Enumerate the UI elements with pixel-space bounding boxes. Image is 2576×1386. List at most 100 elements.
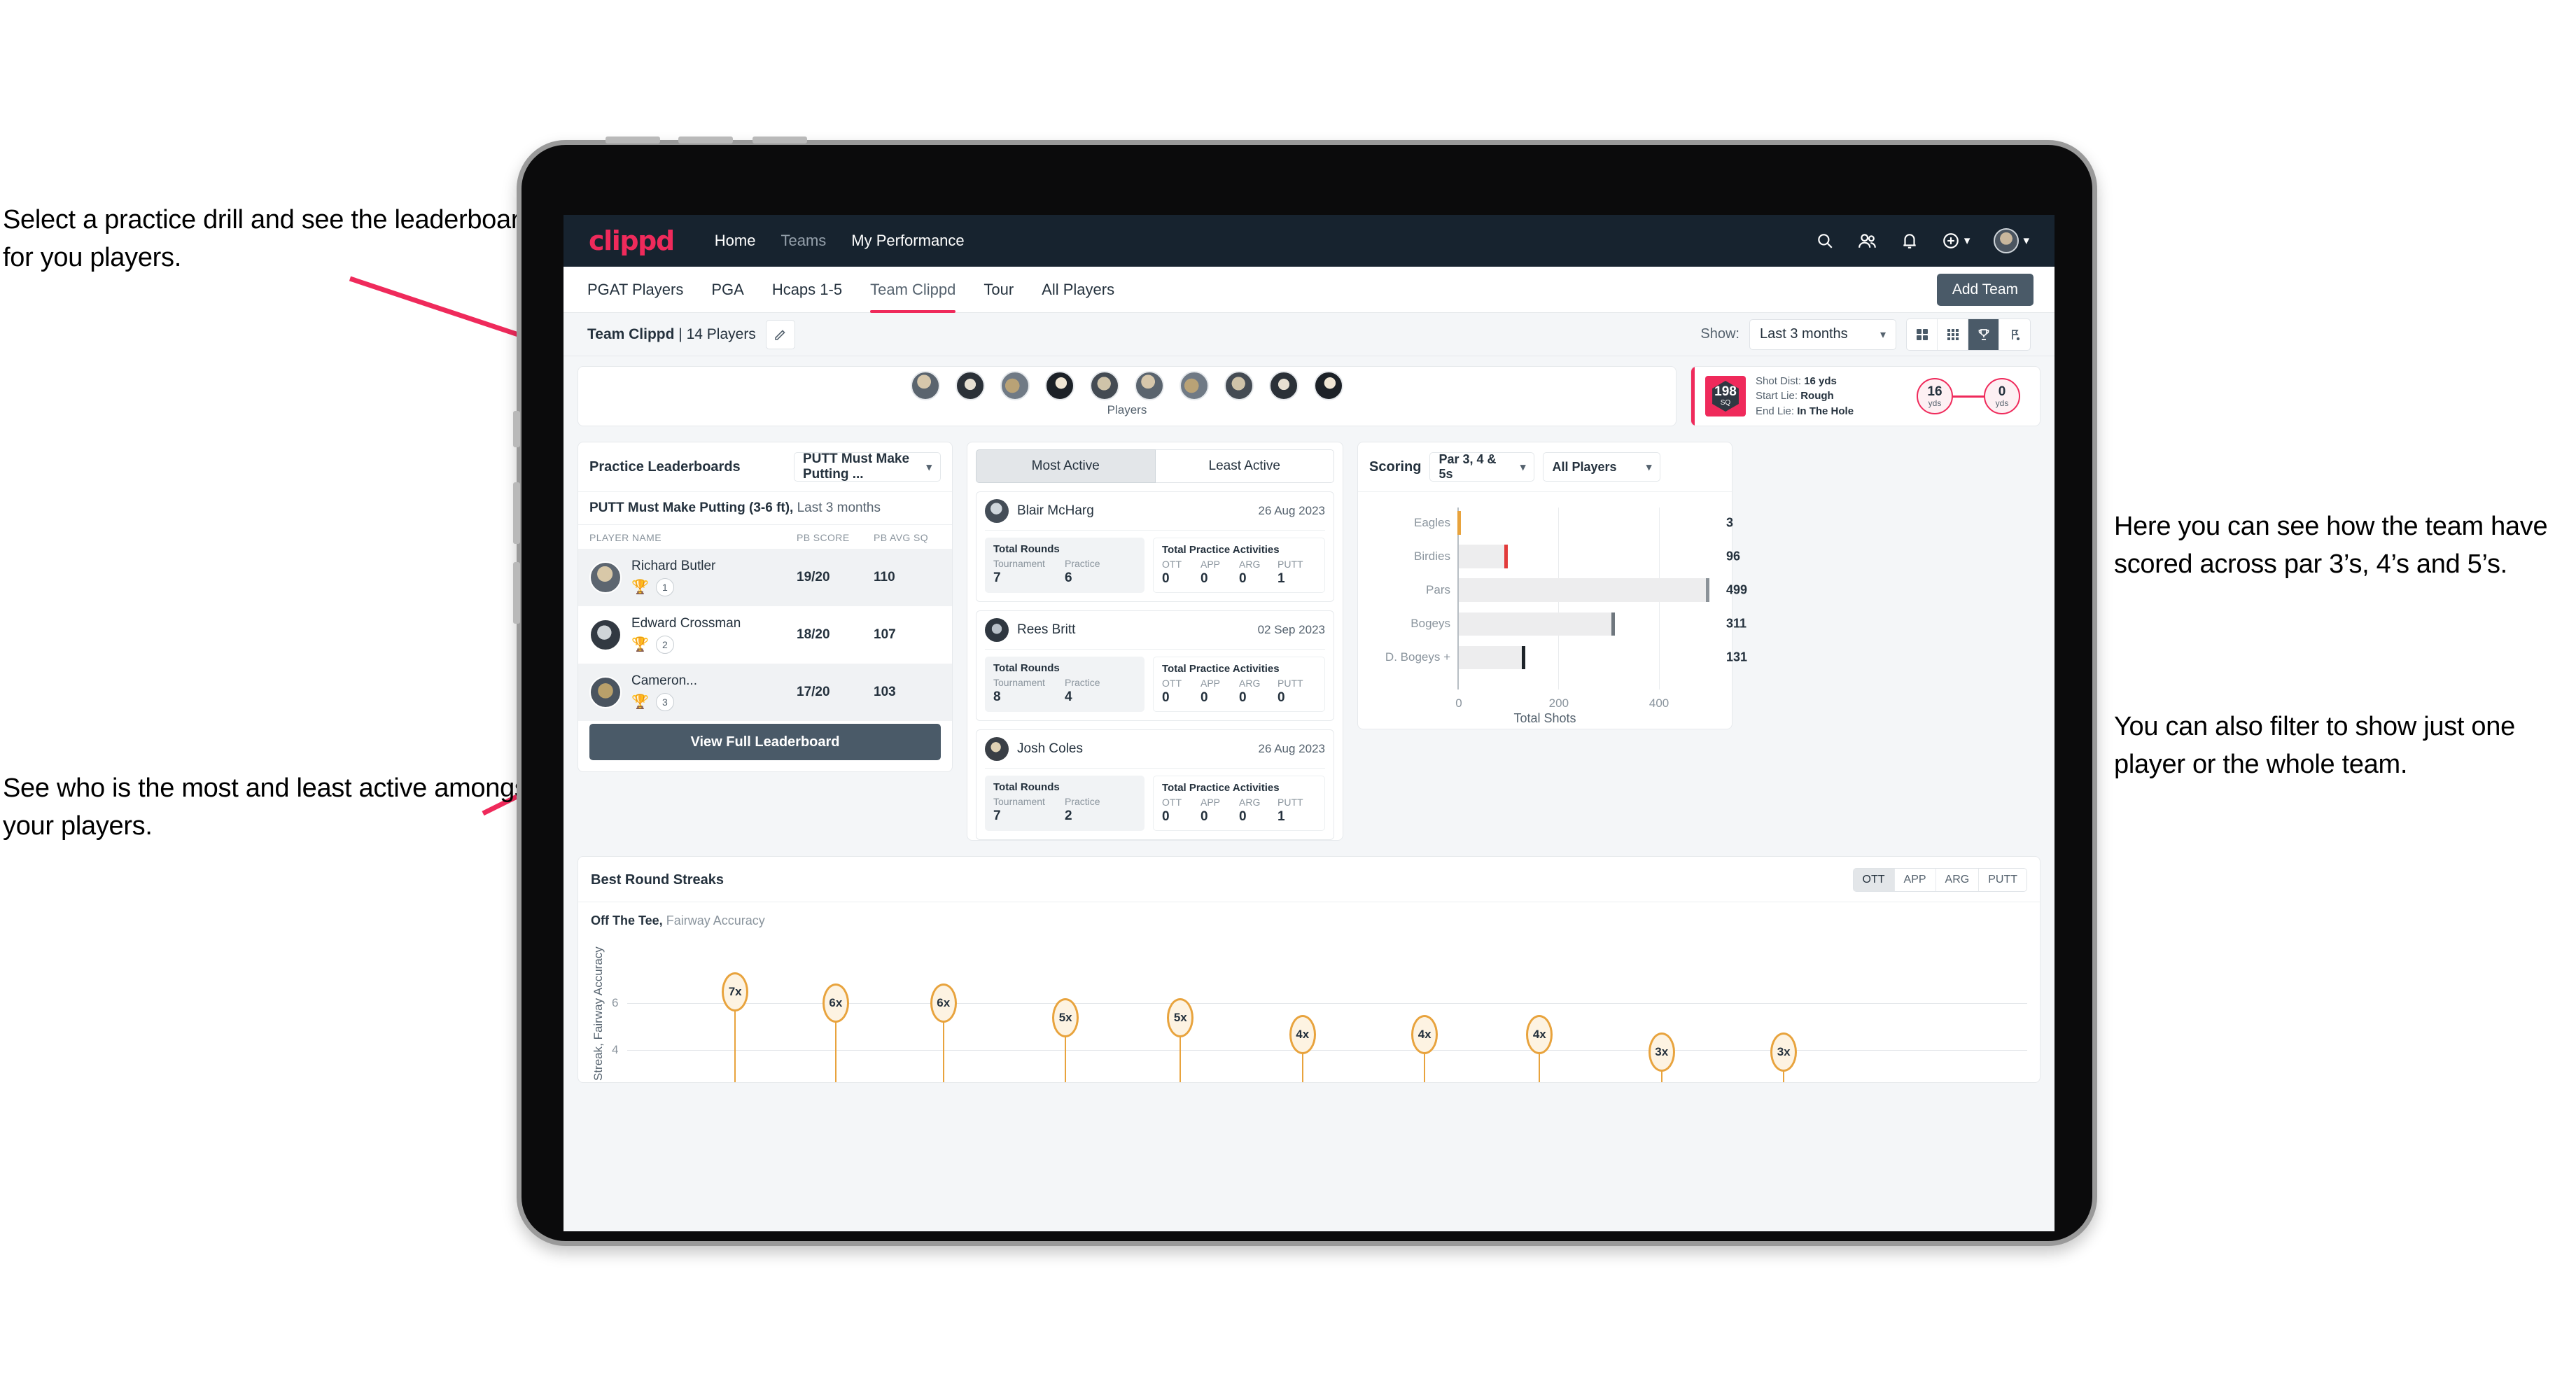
drill-select[interactable]: PUTT Must Make Putting ... ▾ xyxy=(794,451,941,482)
lollipop-7[interactable]: 4x xyxy=(1411,1014,1438,1082)
list-item[interactable]: Rees Britt 02 Sep 2023 Total Rounds Tour… xyxy=(976,610,1334,721)
plus-circle-icon[interactable]: ▾ xyxy=(1942,232,1970,250)
ott-label: OTT xyxy=(1162,559,1182,570)
bar-pars[interactable]: Pars 499 xyxy=(1426,578,1747,603)
bar-bogeys[interactable]: Bogeys 311 xyxy=(1410,612,1746,636)
activity-stats: Total Rounds Tournament 8 Practice 4 Tot… xyxy=(985,657,1325,712)
tab-all-players[interactable]: All Players xyxy=(1042,267,1114,313)
ott-value: 0 xyxy=(1162,809,1170,824)
edit-team-button[interactable] xyxy=(765,319,795,349)
grid-small-icon[interactable] xyxy=(1938,318,1968,350)
player-name: Rees Britt xyxy=(1017,622,1076,637)
nav-link-home[interactable]: Home xyxy=(715,232,756,250)
avatar[interactable]: ▾ xyxy=(1994,228,2029,253)
scoring-x-axis-title: Total Shots xyxy=(1513,711,1576,725)
player-avatar[interactable] xyxy=(1000,371,1030,400)
shot-accent-bar xyxy=(1691,367,1695,426)
streak-bubble: 5x xyxy=(1167,998,1194,1038)
practice-label: Practice xyxy=(1065,558,1100,569)
players-caption: Players xyxy=(1107,403,1147,416)
list-item[interactable]: Blair McHarg 26 Aug 2023 Total Rounds To… xyxy=(976,491,1334,602)
ott-col: OTT 0 xyxy=(1162,678,1200,706)
streak-bubble: 4x xyxy=(1526,1014,1553,1054)
putt-value: 1 xyxy=(1278,571,1285,586)
player-avatar[interactable] xyxy=(1269,371,1298,400)
nav-link-my-performance[interactable]: My Performance xyxy=(851,232,964,250)
player-avatar[interactable] xyxy=(1090,371,1119,400)
bell-icon[interactable] xyxy=(1901,232,1918,250)
tab-pgat-players[interactable]: PGAT Players xyxy=(587,267,683,313)
tab-hcaps-1-5[interactable]: Hcaps 1-5 xyxy=(772,267,842,313)
bar-birdies[interactable]: Birdies 96 xyxy=(1414,545,1740,569)
shot-end-distance: 0 yds xyxy=(1984,378,2020,414)
tab-least-active[interactable]: Least Active xyxy=(1155,449,1334,483)
table-row[interactable]: Cameron... 🏆 3 17/20 103 xyxy=(578,664,952,721)
shot-quality-value: 198 xyxy=(1714,384,1737,399)
tab-pga[interactable]: PGA xyxy=(711,267,743,313)
streak-bubble: 4x xyxy=(1289,1014,1316,1054)
leaderboard-player-cell: Edward Crossman 🏆 2 xyxy=(631,616,797,654)
segment-app[interactable]: APP xyxy=(1894,869,1936,891)
player-avatar[interactable] xyxy=(955,371,985,400)
activity-stats: Total Rounds Tournament 7 Practice xyxy=(985,776,1325,831)
scoring-bar-chart: Eagles 3 Birdies 96 Pars 499 Bogeys 311 … xyxy=(1358,492,1747,729)
segment-putt[interactable]: PUTT xyxy=(1979,869,2026,891)
player-avatar[interactable] xyxy=(1135,371,1164,400)
grid-large-icon[interactable] xyxy=(1907,318,1938,350)
bar-dbogeys[interactable]: D. Bogeys + 131 xyxy=(1385,645,1747,670)
tab-team-clippd[interactable]: Team Clippd xyxy=(870,267,956,313)
arg-label: ARG xyxy=(1239,678,1261,689)
leaderboard-player-cell: Richard Butler 🏆 1 xyxy=(631,559,797,596)
practice-value: 2 xyxy=(1065,808,1072,823)
lollipop-8[interactable]: 4x xyxy=(1526,1014,1553,1082)
annotation-left-top: Select a practice drill and see the lead… xyxy=(3,205,535,272)
lollipop-9[interactable]: 3x xyxy=(1648,1032,1675,1082)
streaks-segment-control: OTT APP ARG PUTT xyxy=(1852,868,2027,892)
trophy-icon[interactable] xyxy=(1968,318,1999,350)
device-button-top-3 xyxy=(752,136,807,144)
list-item[interactable]: Josh Coles 26 Aug 2023 Total Rounds Tour… xyxy=(976,729,1334,840)
player-avatar[interactable] xyxy=(1180,371,1209,400)
par-filter-select[interactable]: Par 3, 4 & 5s ▾ xyxy=(1429,452,1535,482)
view-full-leaderboard-button[interactable]: View Full Leaderboard xyxy=(589,724,941,760)
table-row[interactable]: Edward Crossman 🏆 2 18/20 107 xyxy=(578,606,952,664)
player-avatar[interactable] xyxy=(1045,371,1074,400)
segment-ott[interactable]: OTT xyxy=(1853,869,1895,891)
player-avatar[interactable] xyxy=(911,371,940,400)
clippd-logo[interactable]: clippd xyxy=(589,225,675,256)
segment-arg[interactable]: ARG xyxy=(1935,869,1980,891)
date-range-select[interactable]: Last 3 months ▾ xyxy=(1749,318,1896,350)
date-range-value: Last 3 months xyxy=(1760,326,1848,342)
player-badges: 🏆 2 xyxy=(631,636,797,654)
lollipop-10[interactable]: 3x xyxy=(1770,1032,1798,1082)
shot-detail-card: 198 SQ Shot Dist: 16 yds Start Lie: Roug… xyxy=(1690,366,2040,426)
streak-bubble: 6x xyxy=(930,983,957,1023)
tournament-label: Tournament xyxy=(993,558,1045,569)
lollipop-4[interactable]: 5x xyxy=(1052,998,1079,1082)
lollipop-3[interactable]: 6x xyxy=(930,983,957,1082)
bar-eagles[interactable]: Eagles 3 xyxy=(1414,511,1733,535)
flag-icon[interactable] xyxy=(1999,319,2030,350)
bar-cap-pars xyxy=(1706,578,1710,603)
nav-link-teams[interactable]: Teams xyxy=(780,232,826,250)
lollipop-1[interactable]: 7x xyxy=(722,972,749,1082)
people-icon[interactable] xyxy=(1858,232,1877,250)
player-avatar[interactable] xyxy=(1224,371,1254,400)
player-filter-select[interactable]: All Players ▾ xyxy=(1543,452,1661,482)
lollipop-5[interactable]: 5x xyxy=(1167,998,1194,1082)
tab-tour[interactable]: Tour xyxy=(983,267,1014,313)
lollipop-6[interactable]: 4x xyxy=(1289,1014,1316,1082)
search-icon[interactable] xyxy=(1816,232,1834,250)
add-team-button[interactable]: Add Team xyxy=(1936,274,2033,306)
app-label: APP xyxy=(1200,797,1221,808)
streaks-sub-light: Fairway Accuracy xyxy=(666,913,765,927)
arg-col: ARG 0 xyxy=(1239,678,1278,706)
team-separator: | xyxy=(678,326,687,342)
x-tick-400: 400 xyxy=(1648,696,1670,710)
rank-badge: 1 xyxy=(655,578,674,596)
table-row[interactable]: Richard Butler 🏆 1 19/20 110 xyxy=(578,549,952,606)
player-avatar[interactable] xyxy=(1314,371,1343,400)
lollipop-2[interactable]: 6x xyxy=(822,983,849,1082)
total-rounds-values: Tournament 7 Practice 6 xyxy=(993,558,1136,586)
tab-most-active[interactable]: Most Active xyxy=(976,449,1156,483)
